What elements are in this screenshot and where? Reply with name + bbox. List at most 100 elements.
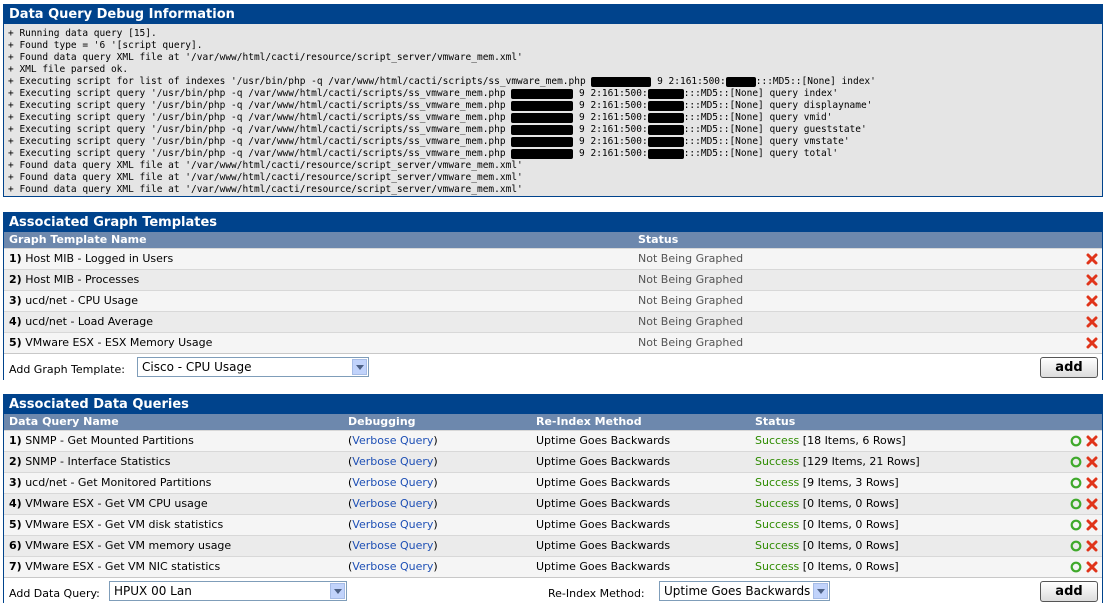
data-queries-title: Associated Data Queries: [4, 395, 1102, 414]
debug-line-text: :::MD5::[None] query vmid': [683, 112, 833, 123]
reload-icon[interactable]: [1070, 561, 1082, 573]
query-status: Success: [755, 518, 800, 531]
debug-line: + Found type = '6 '[script query].: [8, 40, 1098, 52]
reindex-method: Uptime Goes Backwards: [536, 539, 671, 552]
debug-line-text: + Running data query [15].: [8, 28, 157, 39]
debug-line: + Executing script query '/usr/bin/php -…: [8, 136, 1098, 148]
query-status: Success: [755, 539, 800, 552]
redacted-block: [511, 112, 574, 123]
delete-icon[interactable]: [1086, 519, 1098, 531]
col-reindex-method: Re-Index Method: [536, 415, 642, 428]
graph-status: Not Being Graphed: [638, 273, 744, 286]
data-query-name: SNMP - Interface Statistics: [25, 455, 171, 468]
debug-output: + Running data query [15]. + Found type =…: [4, 24, 1102, 200]
debug-line-text: :::MD5::[None] query displayname': [683, 100, 873, 111]
chevron-down-icon[interactable]: [352, 359, 367, 375]
chevron-down-icon[interactable]: [330, 583, 345, 599]
debug-line-text: + Executing script query '/usr/bin/php -…: [8, 112, 512, 123]
reload-icon[interactable]: [1070, 519, 1082, 531]
debug-line: + Found data query XML file at '/var/www…: [8, 184, 1098, 196]
graph-template-name: Host MIB - Processes: [25, 273, 140, 286]
graph-template-row: 5) VMware ESX - ESX Memory Usage Not Bein…: [4, 332, 1102, 353]
graph-template-row: 1) Host MIB - Logged in Users Not Being G…: [4, 248, 1102, 269]
redacted-block: [647, 136, 684, 147]
reload-icon[interactable]: [1070, 456, 1082, 468]
verbose-query-link[interactable]: Verbose Query: [352, 560, 433, 573]
redacted-block: [725, 76, 756, 87]
delete-icon[interactable]: [1086, 295, 1098, 307]
reload-icon[interactable]: [1070, 477, 1082, 489]
graph-template-row: 2) Host MIB - Processes Not Being Graphed: [4, 269, 1102, 290]
add-data-query-row: Add Data Query: HPUX 00 Lan Re-Index Met…: [4, 577, 1102, 608]
redacted-block: [647, 112, 684, 123]
delete-icon[interactable]: [1086, 337, 1098, 349]
debug-line-text: + Executing script query '/usr/bin/php -…: [8, 88, 512, 99]
data-query-row: 4) VMware ESX - Get VM CPU usage (Verbose…: [4, 493, 1102, 514]
debug-line-text: :::MD5::[None] query vmstate': [683, 136, 850, 147]
verbose-query-link[interactable]: Verbose Query: [352, 455, 433, 468]
delete-icon[interactable]: [1086, 435, 1098, 447]
add-graph-template-button[interactable]: add: [1040, 357, 1098, 378]
delete-icon[interactable]: [1086, 561, 1098, 573]
debug-panel-title: Data Query Debug Information: [4, 5, 1102, 24]
delete-icon[interactable]: [1086, 316, 1098, 328]
debug-line-text: + Executing script query '/usr/bin/php -…: [8, 136, 512, 147]
reindex-method: Uptime Goes Backwards: [536, 476, 671, 489]
debug-line: + Executing script query '/usr/bin/php -…: [8, 88, 1098, 100]
debug-line: + Executing script for list of indexes '…: [8, 76, 1098, 88]
reload-icon[interactable]: [1070, 435, 1082, 447]
delete-icon[interactable]: [1086, 274, 1098, 286]
debug-line: + Found data query XML file at '/var/www…: [8, 160, 1098, 172]
col-query-status: Status: [755, 415, 796, 428]
reindex-method-select-value: Uptime Goes Backwards: [664, 584, 811, 598]
row-number: 3): [9, 476, 22, 489]
verbose-query-link[interactable]: Verbose Query: [352, 434, 433, 447]
reload-icon[interactable]: [1070, 498, 1082, 510]
debug-line: + Executing script query '/usr/bin/php -…: [8, 100, 1098, 112]
reindex-method-label: Re-Index Method:: [548, 587, 645, 600]
debug-line-text: 9 2:161:500:: [573, 100, 648, 111]
query-status: Success: [755, 476, 800, 489]
graph-templates-panel: Associated Graph Templates Graph Templat…: [3, 212, 1103, 385]
verbose-query-link[interactable]: Verbose Query: [352, 476, 433, 489]
data-queries-header: Data Query Name Debugging Re-Index Metho…: [4, 414, 1102, 430]
verbose-query-link[interactable]: Verbose Query: [352, 497, 433, 510]
row-number: 6): [9, 539, 22, 552]
query-status-detail: [0 Items, 0 Rows]: [802, 497, 899, 510]
data-query-row: 5) VMware ESX - Get VM disk statistics (V…: [4, 514, 1102, 535]
debug-line-text: 9 2:161:500:: [573, 124, 648, 135]
delete-icon[interactable]: [1086, 540, 1098, 552]
chevron-down-icon[interactable]: [813, 583, 828, 599]
query-status: Success: [755, 455, 800, 468]
data-query-select[interactable]: HPUX 00 Lan: [109, 581, 347, 601]
reindex-method-select[interactable]: Uptime Goes Backwards: [659, 581, 830, 601]
row-number: 5): [9, 336, 22, 349]
query-status: Success: [755, 497, 800, 510]
graph-template-row: 4) ucd/net - Load Average Not Being Graph…: [4, 311, 1102, 332]
reindex-method: Uptime Goes Backwards: [536, 560, 671, 573]
data-query-row: 6) VMware ESX - Get VM memory usage (Verb…: [4, 535, 1102, 556]
data-query-name: VMware ESX - Get VM NIC statistics: [25, 560, 221, 573]
query-status: Success: [755, 560, 800, 573]
graph-template-select-value: Cisco - CPU Usage: [142, 360, 252, 374]
reload-icon[interactable]: [1070, 540, 1082, 552]
delete-icon[interactable]: [1086, 456, 1098, 468]
row-number: 5): [9, 518, 22, 531]
graph-template-select[interactable]: Cisco - CPU Usage: [137, 357, 369, 377]
delete-icon[interactable]: [1086, 253, 1098, 265]
debug-line: + Found data query XML file at '/var/www…: [8, 172, 1098, 184]
verbose-query-link[interactable]: Verbose Query: [352, 518, 433, 531]
debug-line-text: 9 2:161:500:: [573, 136, 648, 147]
delete-icon[interactable]: [1086, 498, 1098, 510]
debug-line-text: :::MD5::[None] index': [755, 76, 876, 87]
col-debugging: Debugging: [348, 415, 416, 428]
verbose-query-link[interactable]: Verbose Query: [352, 539, 433, 552]
debug-line-text: :::MD5::[None] query index': [683, 88, 839, 99]
query-status-detail: [18 Items, 6 Rows]: [802, 434, 906, 447]
delete-icon[interactable]: [1086, 477, 1098, 489]
data-query-row: 7) VMware ESX - Get VM NIC statistics (Ve…: [4, 556, 1102, 577]
add-data-query-button[interactable]: add: [1040, 581, 1098, 602]
redacted-block: [511, 136, 574, 147]
data-query-name: ucd/net - Get Monitored Partitions: [25, 476, 212, 489]
graph-status: Not Being Graphed: [638, 294, 744, 307]
